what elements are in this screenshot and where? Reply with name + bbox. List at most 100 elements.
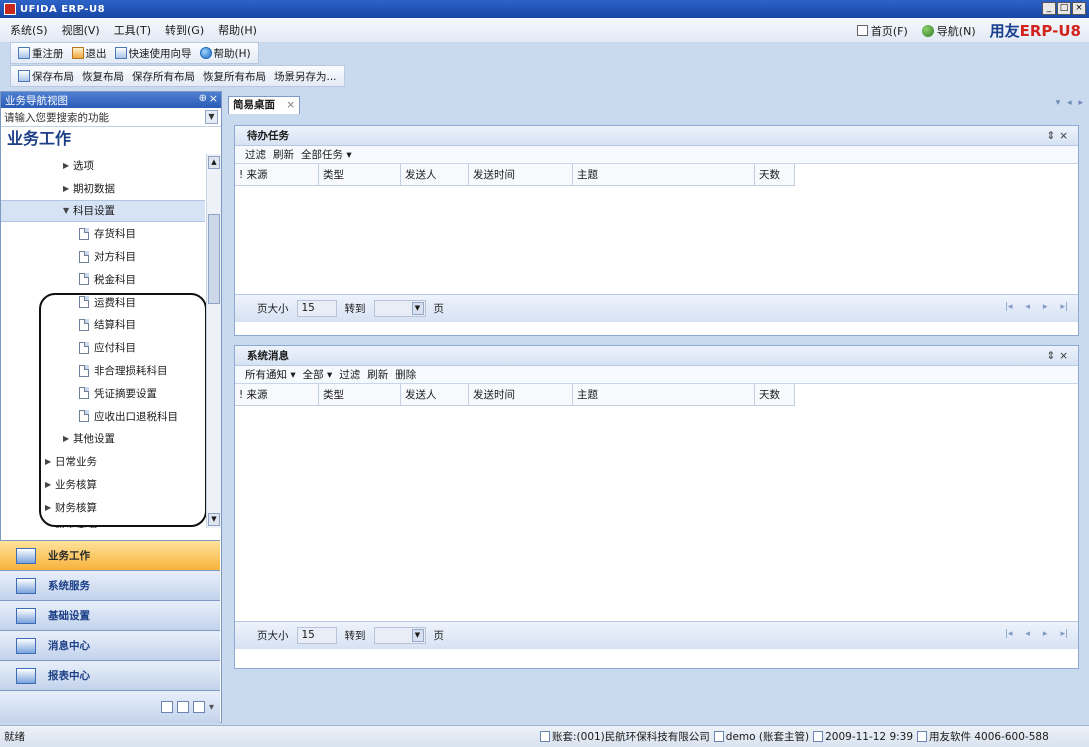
save-all-layout-button[interactable]: 保存所有布局: [129, 68, 198, 85]
menu-system[interactable]: 系统(S): [10, 22, 48, 38]
tree-item[interactable]: ▶ 日常业务: [1, 450, 205, 473]
pane-mini-icon[interactable]: [160, 701, 173, 713]
first-page-icon[interactable]: |◂: [1005, 302, 1013, 312]
tree-item[interactable]: ▼ 科目设置: [1, 199, 205, 223]
tree-item[interactable]: ▶ 业务核算: [1, 473, 205, 496]
page-size-input[interactable]: 15: [296, 300, 337, 317]
tree-item[interactable]: ▶ 财务核算: [1, 496, 205, 519]
col-sender[interactable]: 发送人: [401, 164, 469, 185]
tree-item[interactable]: 税金科目: [1, 268, 205, 291]
first-page-icon[interactable]: |◂: [1005, 629, 1013, 639]
prev-page-icon[interactable]: ◂: [1025, 302, 1030, 312]
pane-mini-icon[interactable]: [192, 701, 205, 713]
collapsed-arrow-icon[interactable]: ▶: [63, 434, 73, 443]
help-button[interactable]: 帮助(H): [197, 45, 254, 62]
messages-delete-button[interactable]: 删除: [395, 367, 416, 382]
scroll-down-icon[interactable]: ▼: [208, 513, 220, 526]
col-source[interactable]: ! 来源: [235, 164, 319, 185]
goto-page-select[interactable]: ▼: [373, 627, 426, 644]
close-icon[interactable]: ×: [209, 92, 218, 105]
pane-message-center[interactable]: 消息中心: [0, 630, 220, 660]
pane-business-work[interactable]: 业务工作: [0, 540, 220, 570]
home-link[interactable]: 首页(F): [856, 23, 908, 39]
messages-refresh-button[interactable]: 刷新: [367, 367, 388, 382]
page-size-input[interactable]: 15: [296, 627, 337, 644]
wizard-button[interactable]: 快速使用向导: [112, 45, 195, 62]
menu-help[interactable]: 帮助(H): [218, 22, 257, 38]
collapsed-arrow-icon[interactable]: ▶: [45, 526, 55, 528]
scroll-thumb[interactable]: [208, 214, 220, 304]
close-button[interactable]: ×: [1072, 2, 1086, 15]
pane-mini-icon[interactable]: [176, 701, 189, 713]
pane-system-service[interactable]: 系统服务: [0, 570, 220, 600]
tab-close-icon[interactable]: ×: [286, 97, 295, 113]
tree-scrollbar[interactable]: ▲ ▼: [206, 154, 221, 528]
tree-item[interactable]: 存货科目: [1, 222, 205, 245]
minimize-button[interactable]: _: [1042, 2, 1056, 15]
todo-filter-button[interactable]: 过滤: [245, 147, 266, 162]
restore-layout-button[interactable]: 恢复布局: [79, 68, 127, 85]
col-subject[interactable]: 主题: [573, 164, 755, 185]
tree-item[interactable]: 非合理损耗科目: [1, 359, 205, 382]
collapsed-arrow-icon[interactable]: ▶: [45, 457, 55, 466]
todo-all-tasks-dropdown[interactable]: 全部任务 ▾: [301, 147, 352, 162]
chevron-down-icon[interactable]: ▼: [205, 110, 218, 124]
panel-controls[interactable]: ⇕×: [1046, 126, 1072, 146]
col-subject[interactable]: 主题: [573, 384, 755, 405]
col-source[interactable]: ! 来源: [235, 384, 319, 405]
goto-page-select[interactable]: ▼: [373, 300, 426, 317]
tree-item[interactable]: ▶账表查询: [1, 519, 205, 528]
col-send-time[interactable]: 发送时间: [469, 384, 573, 405]
all-notices-dropdown[interactable]: 所有通知 ▾: [245, 367, 296, 382]
chevron-down-icon[interactable]: ▼: [411, 302, 424, 315]
pin-icon[interactable]: ⊕: [199, 93, 207, 104]
tree-item[interactable]: 应收出口退税科目: [1, 405, 205, 428]
nav-link[interactable]: 导航(N): [921, 23, 976, 39]
tree-item[interactable]: 凭证摘要设置: [1, 382, 205, 405]
scroll-up-icon[interactable]: ▲: [208, 156, 220, 169]
next-page-icon[interactable]: ▸: [1043, 302, 1048, 312]
next-page-icon[interactable]: ▸: [1043, 629, 1048, 639]
expanded-arrow-icon[interactable]: ▼: [63, 206, 73, 215]
col-days[interactable]: 天数: [755, 164, 795, 185]
col-sender[interactable]: 发送人: [401, 384, 469, 405]
tab-simple-desktop[interactable]: 简易桌面 ×: [228, 96, 300, 114]
tree-item[interactable]: 应付科目: [1, 336, 205, 359]
collapsed-arrow-icon[interactable]: ▶: [63, 161, 73, 170]
tree-item[interactable]: ▶ 期初数据: [1, 177, 205, 200]
prev-page-icon[interactable]: ◂: [1025, 629, 1030, 639]
scene-save-as-button[interactable]: 场景另存为...: [271, 68, 340, 85]
all-dropdown[interactable]: 全部 ▾: [303, 367, 333, 382]
pane-menu-icon[interactable]: ▾: [209, 702, 214, 713]
function-search-input[interactable]: 请输入您要搜索的功能 ▼: [1, 108, 221, 127]
menu-view[interactable]: 视图(V): [62, 22, 100, 38]
restore-all-layout-button[interactable]: 恢复所有布局: [200, 68, 269, 85]
tree-item[interactable]: ▶ 其他设置: [1, 428, 205, 451]
pane-report-center[interactable]: 报表中心: [0, 660, 220, 690]
last-page-icon[interactable]: ▸|: [1060, 629, 1068, 639]
relogin-button[interactable]: 重注册: [15, 45, 67, 62]
tree-item[interactable]: 结算科目: [1, 314, 205, 337]
collapsed-arrow-icon[interactable]: ▶: [45, 480, 55, 489]
menu-goto[interactable]: 转到(G): [165, 22, 204, 38]
maximize-button[interactable]: □: [1057, 2, 1071, 15]
exit-button[interactable]: 退出: [69, 45, 110, 62]
chevron-down-icon[interactable]: ▼: [411, 629, 424, 642]
col-days[interactable]: 天数: [755, 384, 795, 405]
todo-refresh-button[interactable]: 刷新: [273, 147, 294, 162]
last-page-icon[interactable]: ▸|: [1060, 302, 1068, 312]
col-type[interactable]: 类型: [319, 384, 401, 405]
collapsed-arrow-icon[interactable]: ▶: [45, 503, 55, 512]
tree-item[interactable]: 对方科目: [1, 245, 205, 268]
tree-item[interactable]: ▶ 选项: [1, 154, 205, 177]
tab-nav-icons[interactable]: ▾ ◂ ▸: [1056, 98, 1085, 108]
menu-tools[interactable]: 工具(T): [114, 22, 151, 38]
save-layout-button[interactable]: 保存布局: [15, 68, 77, 85]
collapsed-arrow-icon[interactable]: ▶: [63, 184, 73, 193]
col-type[interactable]: 类型: [319, 164, 401, 185]
panel-controls[interactable]: ⇕×: [1046, 346, 1072, 366]
pane-basic-settings[interactable]: 基础设置: [0, 600, 220, 630]
messages-filter-button[interactable]: 过滤: [339, 367, 360, 382]
tree-item[interactable]: 运费科目: [1, 291, 205, 314]
col-send-time[interactable]: 发送时间: [469, 164, 573, 185]
